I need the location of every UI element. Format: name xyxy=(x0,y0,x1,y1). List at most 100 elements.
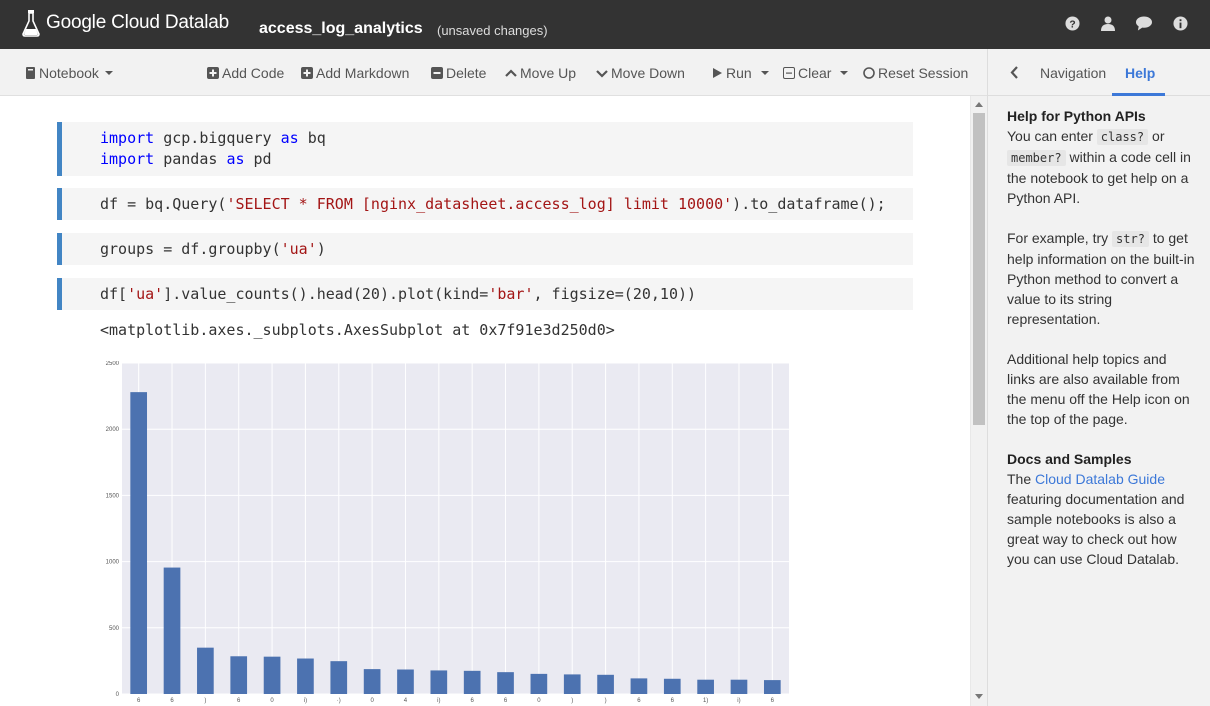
tab-navigation[interactable]: Navigation xyxy=(1040,65,1106,81)
book-icon xyxy=(24,67,36,79)
bar xyxy=(463,670,481,694)
bar xyxy=(430,670,448,694)
tab-help[interactable]: Help xyxy=(1125,65,1155,81)
side-panel: Navigation Help Help for Python APIs You… xyxy=(987,49,1210,706)
user-icon[interactable] xyxy=(1100,15,1116,31)
bar xyxy=(497,672,514,694)
plot-background xyxy=(122,363,789,694)
move-up-button[interactable]: Move Up xyxy=(505,65,576,81)
x-tick-label: 1) xyxy=(703,698,708,704)
svg-text:?: ? xyxy=(1069,19,1075,30)
code-cell[interactable]: groups = df.groupby('ua') xyxy=(57,233,913,265)
clear-label: Clear xyxy=(798,65,832,81)
y-tick-label: 1500 xyxy=(106,493,120,499)
x-tick-label: 6 xyxy=(237,698,241,704)
minus-square-icon xyxy=(431,67,443,79)
docs-heading: Docs and Samples xyxy=(1007,451,1132,467)
notebook-content: import gcp.bigquery as bq import pandas … xyxy=(0,96,970,706)
y-tick-label: 500 xyxy=(109,626,120,632)
add-code-button[interactable]: Add Code xyxy=(207,65,284,81)
x-tick-label: 6 xyxy=(471,698,475,704)
notebook-scrollbar[interactable] xyxy=(970,96,987,706)
bar xyxy=(297,658,314,694)
help-heading: Help for Python APIs xyxy=(1007,108,1146,124)
notebook-toolbar: Notebook Add Code Add Markdown Delete Mo… xyxy=(0,49,987,96)
code-cell[interactable]: import gcp.bigquery as bq import pandas … xyxy=(57,122,913,176)
code-line: import gcp.bigquery as bq xyxy=(100,129,326,147)
chat-icon[interactable] xyxy=(1136,15,1152,31)
code-line: groups = df.groupby('ua') xyxy=(100,240,326,258)
caret-down-icon xyxy=(104,71,113,75)
bar xyxy=(730,679,748,694)
clear-button[interactable]: Clear xyxy=(783,65,849,81)
move-down-button[interactable]: Move Down xyxy=(596,65,685,81)
caret-down-icon xyxy=(760,71,769,75)
scroll-up-arrow-icon[interactable] xyxy=(975,102,983,107)
docs-paragraph: The Cloud Datalab Guide featuring docume… xyxy=(1007,471,1185,567)
y-tick-label: 0 xyxy=(116,692,120,698)
delete-label: Delete xyxy=(446,65,487,81)
x-tick-label: 6 xyxy=(137,698,141,704)
bar xyxy=(763,680,781,694)
help-paragraph: You can enter class? or member? within a… xyxy=(1007,128,1191,206)
run-button[interactable]: Run xyxy=(711,65,769,81)
x-tick-label: 6 xyxy=(170,698,174,704)
bar xyxy=(330,661,348,694)
help-paragraph: For example, try str? to get help inform… xyxy=(1007,230,1195,327)
x-tick-label: 0 xyxy=(270,698,274,704)
x-tick-label: 6 xyxy=(671,698,675,704)
side-panel-tabs: Navigation Help xyxy=(988,49,1210,96)
x-tick-label: 6 xyxy=(504,698,508,704)
bar xyxy=(697,679,714,694)
help-icon[interactable]: ? xyxy=(1064,15,1080,31)
x-tick-label: ) xyxy=(204,698,206,704)
x-tick-label: i) xyxy=(304,698,307,704)
code-line: df = bq.Query('SELECT * FROM [nginx_data… xyxy=(100,195,886,213)
notebook-title[interactable]: access_log_analytics xyxy=(259,20,423,38)
bar xyxy=(230,656,248,694)
y-tick-label: 2000 xyxy=(106,427,120,433)
bar xyxy=(597,674,614,694)
add-markdown-label: Add Markdown xyxy=(316,65,410,81)
brand-logo[interactable]: Google Cloud Datalab xyxy=(22,9,229,37)
plus-square-icon xyxy=(301,67,313,79)
add-markdown-button[interactable]: Add Markdown xyxy=(301,65,409,81)
x-tick-label: i) xyxy=(737,698,740,704)
datalab-flask-icon xyxy=(22,10,40,37)
bar xyxy=(563,674,581,694)
chevron-up-icon xyxy=(505,67,517,79)
move-up-label: Move Up xyxy=(520,65,577,81)
x-tick-label: 4 xyxy=(404,698,408,704)
reset-session-button[interactable]: Reset Session xyxy=(863,65,968,81)
x-tick-label: ) xyxy=(605,698,607,704)
cloud-datalab-guide-link[interactable]: Cloud Datalab Guide xyxy=(1035,471,1165,487)
scroll-thumb[interactable] xyxy=(973,113,985,425)
bar xyxy=(263,656,281,694)
add-code-label: Add Code xyxy=(222,65,285,81)
active-tab-indicator xyxy=(1112,93,1165,96)
cell-output-text: <matplotlib.axes._subplots.AxesSubplot a… xyxy=(100,321,615,339)
circle-outline-icon xyxy=(863,67,875,79)
bar-chart: 0 500 1000 1500 2000 2500 6 6) 6 0 i) ·) 0 4 i) 6 6 0)) 6 6… xyxy=(106,361,789,704)
notebook-menu-button[interactable]: Notebook xyxy=(24,65,113,81)
info-icon[interactable] xyxy=(1172,15,1188,31)
code-cell[interactable]: df['ua'].value_counts().head(20).plot(ki… xyxy=(57,278,913,310)
code-cell[interactable]: df = bq.Query('SELECT * FROM [nginx_data… xyxy=(57,188,913,220)
scroll-down-arrow-icon[interactable] xyxy=(975,694,983,699)
bar xyxy=(663,678,681,694)
app-header: Google Cloud Datalab access_log_analytic… xyxy=(0,0,1210,49)
help-paragraph: Additional help topics and links are als… xyxy=(1007,351,1190,427)
bar xyxy=(397,669,414,694)
chevron-left-icon[interactable] xyxy=(1010,66,1019,84)
save-status: (unsaved changes) xyxy=(437,23,548,38)
help-content: Help for Python APIs You can enter class… xyxy=(1007,106,1197,589)
x-tick-label: i) xyxy=(437,698,440,704)
y-tick-label: 2500 xyxy=(106,361,120,367)
plus-square-icon xyxy=(207,67,219,79)
code-line: import pandas as pd xyxy=(100,150,272,168)
run-label: Run xyxy=(726,65,752,81)
x-tick-label: ·) xyxy=(337,698,341,704)
minus-square-outline-icon xyxy=(783,67,795,79)
play-icon xyxy=(711,67,723,79)
delete-button[interactable]: Delete xyxy=(431,65,486,81)
